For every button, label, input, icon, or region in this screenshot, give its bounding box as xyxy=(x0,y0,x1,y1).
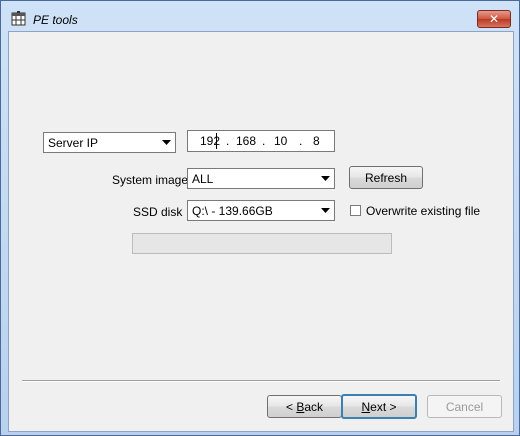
overwrite-label[interactable]: Overwrite existing file xyxy=(366,204,480,218)
source-select[interactable]: Server IP xyxy=(43,132,176,153)
chevron-down-icon[interactable] xyxy=(317,170,333,187)
back-button[interactable]: < Back xyxy=(267,395,342,418)
source-select-value: Server IP xyxy=(48,136,99,150)
ssd-disk-value: Q:\ - 139.66GB xyxy=(192,204,273,218)
ip-dot-1: . xyxy=(226,134,230,148)
cancel-button[interactable]: Cancel xyxy=(427,395,502,418)
chevron-down-icon[interactable] xyxy=(158,134,174,151)
text-cursor xyxy=(216,133,217,149)
dialog-client-area: Server IP 192 . 168 . 10 . 8 System imag… xyxy=(8,31,514,432)
ip-dot-2: . xyxy=(262,134,266,148)
window-title: PE tools xyxy=(33,13,78,27)
ip-octet-3[interactable]: 10 xyxy=(274,134,287,148)
system-image-select[interactable]: ALL xyxy=(187,168,335,189)
ip-address-field[interactable]: 192 . 168 . 10 . 8 xyxy=(187,130,335,152)
next-button[interactable]: Next > xyxy=(341,394,417,419)
app-window-icon xyxy=(11,11,26,26)
ip-octet-1[interactable]: 192 xyxy=(200,134,220,148)
next-button-rest: ext > xyxy=(370,399,397,414)
ssd-disk-label: SSD disk xyxy=(133,205,183,219)
refresh-button[interactable]: Refresh xyxy=(349,166,423,189)
chevron-down-icon[interactable] xyxy=(317,202,333,219)
back-button-prefix: < xyxy=(285,399,297,414)
title-bar[interactable]: PE tools ✕ xyxy=(1,1,519,31)
footer-separator xyxy=(22,380,500,382)
system-image-label: System image xyxy=(112,173,189,187)
system-image-value: ALL xyxy=(192,172,214,186)
ip-dot-3: . xyxy=(299,134,303,148)
app-window: PE tools ✕ Server IP 192 . 168 . 10 . 8 … xyxy=(0,0,520,436)
next-button-mnemonic: N xyxy=(361,399,371,414)
ip-octet-4[interactable]: 8 xyxy=(313,134,320,148)
back-button-mnemonic: B xyxy=(296,399,305,414)
ssd-disk-select[interactable]: Q:\ - 139.66GB xyxy=(187,200,335,221)
ip-octet-2[interactable]: 168 xyxy=(236,134,256,148)
progress-bar xyxy=(132,233,392,254)
back-button-rest: ack xyxy=(304,399,324,414)
close-icon: ✕ xyxy=(488,12,500,26)
overwrite-checkbox[interactable] xyxy=(350,205,361,216)
close-button[interactable]: ✕ xyxy=(477,10,511,28)
